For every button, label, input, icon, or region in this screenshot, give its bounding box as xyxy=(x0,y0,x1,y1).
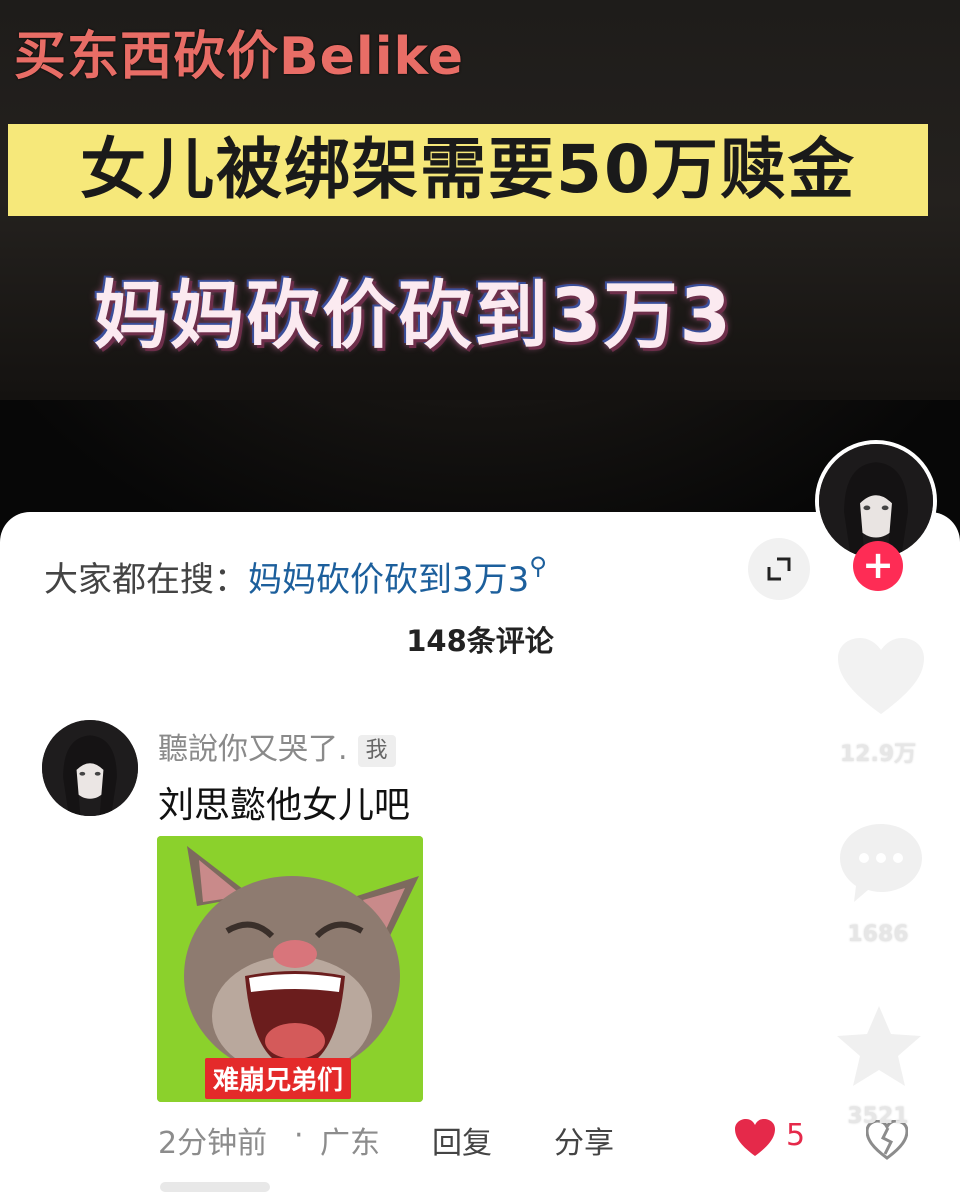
me-tag: 我 xyxy=(357,734,396,767)
avatar[interactable] xyxy=(42,720,138,816)
hot-search-label: 大家都在搜： xyxy=(44,560,248,600)
favorite-count: 3521 xyxy=(847,1104,909,1129)
comment-location: 广东 xyxy=(320,1126,380,1161)
search-icon: ⚲ xyxy=(529,552,547,580)
reply-button[interactable]: 回复 xyxy=(432,1118,492,1162)
video-player[interactable]: 买东西砍价Belike 女儿被绑架需要50万赎金 妈妈砍价砍到3万3 xyxy=(0,0,960,540)
share-button[interactable]: 分享 xyxy=(554,1118,614,1162)
meta-separator: · xyxy=(294,1118,304,1153)
comment-username[interactable]: 聽說你又哭了. 我 xyxy=(158,724,396,768)
star-icon[interactable] xyxy=(834,1004,924,1090)
like-count: 12.9万 xyxy=(839,742,917,767)
video-subline: 妈妈砍价砍到3万3 xyxy=(94,273,733,359)
comment-time: 2分钟前 xyxy=(158,1126,268,1161)
next-comment-placeholder xyxy=(160,1182,270,1192)
comment-text: 刘思懿他女儿吧 xyxy=(158,785,411,826)
comment-count-side: 1686 xyxy=(847,922,909,947)
heart-icon[interactable] xyxy=(836,636,926,718)
comment-like-count: 5 xyxy=(786,1118,806,1153)
comments-title: 148条评论 xyxy=(406,624,554,658)
video-headline: 女儿被绑架需要50万赎金 xyxy=(80,131,856,208)
comment-sheet: 大家都在搜：妈妈砍价砍到3万3⚲ 148条评论 聽說你又哭了. 我 刘思懿他女儿吧 xyxy=(0,512,960,1192)
expand-button[interactable] xyxy=(748,538,810,600)
heart-icon[interactable] xyxy=(734,1118,776,1158)
expand-icon xyxy=(767,557,791,581)
hot-search-bar[interactable]: 大家都在搜：妈妈砍价砍到3万3⚲ xyxy=(44,552,547,601)
comment-bubble-icon[interactable] xyxy=(836,820,926,906)
sticker-caption: 难崩兄弟们 xyxy=(205,1058,352,1099)
hot-search-query[interactable]: 妈妈砍价砍到3万3 xyxy=(248,560,529,600)
follow-button[interactable]: + xyxy=(853,541,903,591)
video-top-title: 买东西砍价Belike xyxy=(14,27,465,87)
comment-sticker-image[interactable]: 难崩兄弟们 xyxy=(157,836,423,1102)
username-text[interactable]: 聽說你又哭了. xyxy=(158,732,348,767)
